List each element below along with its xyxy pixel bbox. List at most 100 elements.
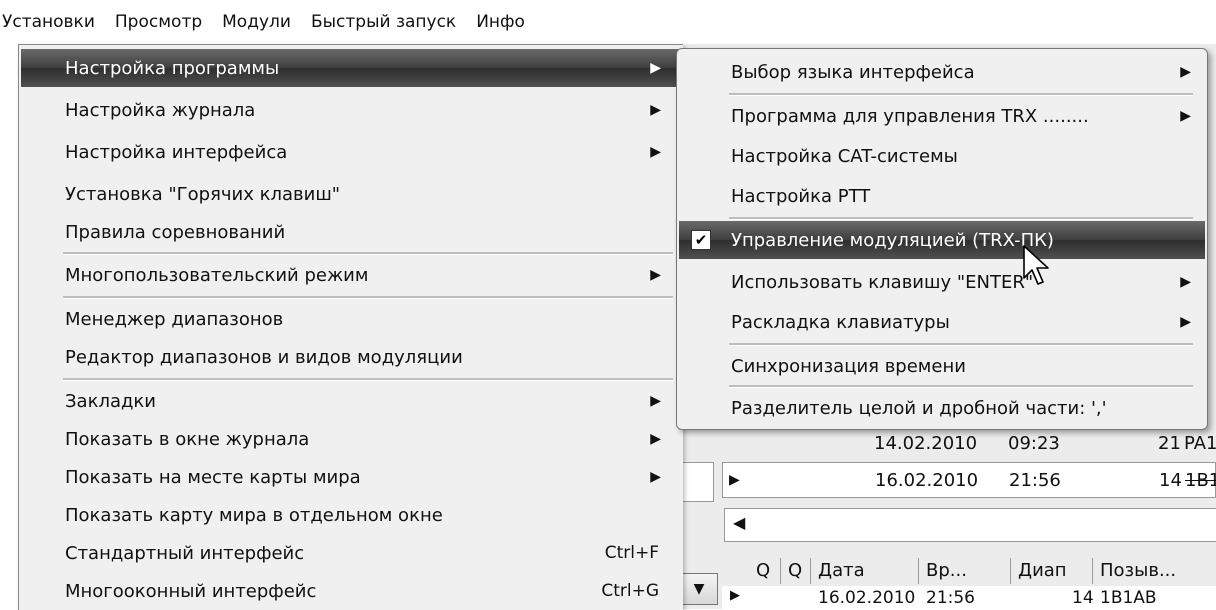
settings-dropdown: Настройка программы ▶ Настройка журнала …: [18, 44, 683, 610]
menu-item-multiwindow-interface[interactable]: Многооконный интерфейс Ctrl+G: [21, 572, 681, 610]
program-settings-submenu: Выбор языка интерфейса ▶ Программа для у…: [676, 48, 1208, 430]
menu-settings[interactable]: Установки: [0, 0, 105, 44]
menu-item-program-settings[interactable]: Настройка программы ▶: [21, 49, 681, 87]
log-row-selected[interactable]: ▶ 16.02.2010 21:56 14 1B1: [722, 462, 1216, 498]
menu-item-interface-settings[interactable]: Настройка интерфейса ▶: [21, 133, 681, 171]
menu-item-label: Настройка интерфейса: [65, 141, 288, 163]
menu-separator: [63, 378, 673, 381]
submenu-arrow-icon: ▶: [650, 102, 661, 118]
submenu-arrow-icon: ▶: [650, 60, 661, 76]
submenu-item-label: Раскладка клавиатуры: [731, 311, 950, 333]
combo-down-icon[interactable]: ▼: [680, 573, 718, 605]
side-field[interactable]: [678, 462, 714, 502]
menu-item-label: Настройка журнала: [65, 99, 256, 121]
menu-separator: [729, 217, 1193, 220]
menu-item-label: Показать карту мира в отдельном окне: [65, 504, 443, 526]
menu-item-band-editor[interactable]: Редактор диапазонов и видов модуляции: [21, 338, 681, 376]
col-band[interactable]: Диап: [1018, 560, 1067, 581]
submenu-item-decimal-separator[interactable]: Разделитель целой и дробной части: ',': [679, 389, 1205, 427]
submenu-item-label: Программа для управления TRX ........: [731, 105, 1089, 127]
menu-item-label: Стандартный интерфейс: [65, 542, 305, 564]
menu-quick-launch[interactable]: Быстрый запуск: [301, 0, 466, 44]
submenu-item-ptt-settings[interactable]: Настройка PTT: [679, 177, 1205, 215]
submenu-arrow-icon: ▶: [650, 431, 661, 447]
col-divider: [780, 558, 781, 584]
submenu-arrow-icon: ▶: [650, 393, 661, 409]
log-band: 14: [1072, 588, 1094, 608]
log-band: 14: [1159, 469, 1182, 491]
menu-separator: [729, 93, 1193, 96]
log-row[interactable]: 14.02.2010 09:23 21 PA1: [722, 426, 1216, 460]
submenu-arrow-icon: ▶: [1180, 108, 1191, 124]
checkmark-icon: ✔: [691, 230, 711, 250]
mouse-pointer-icon: [1023, 245, 1049, 285]
menu-item-standard-interface[interactable]: Стандартный интерфейс Ctrl+F: [21, 534, 681, 572]
submenu-arrow-icon: ▶: [1180, 64, 1191, 80]
submenu-item-keyboard-layout[interactable]: Раскладка клавиатуры ▶: [679, 303, 1205, 341]
menu-item-label: Закладки: [65, 390, 156, 412]
menu-view[interactable]: Просмотр: [105, 0, 212, 44]
menu-item-show-in-map[interactable]: Показать на месте карты мира ▶: [21, 458, 681, 496]
menu-separator: [63, 296, 673, 299]
submenu-item-modulation-control[interactable]: ✔ Управление модуляцией (TRX-ПК): [679, 221, 1205, 259]
menu-item-contest-rules[interactable]: Правила соревнований: [21, 213, 681, 251]
menu-item-multiuser[interactable]: Многопользовательский режим ▶: [21, 256, 681, 294]
table-row[interactable]: ▶ 16.02.2010 21:56 14 1B1AB: [722, 586, 1216, 609]
submenu-item-trx-program[interactable]: Программа для управления TRX ........ ▶: [679, 97, 1205, 135]
menu-item-label: Настройка программы: [65, 57, 280, 79]
col-divider: [810, 558, 811, 584]
menu-item-hotkeys[interactable]: Установка "Горячих клавиш": [21, 175, 681, 213]
menu-item-show-in-log[interactable]: Показать в окне журнала ▶: [21, 420, 681, 458]
menu-info[interactable]: Инфо: [466, 0, 535, 44]
submenu-arrow-icon: ▶: [650, 144, 661, 160]
menu-item-label: Показать на месте карты мира: [65, 466, 361, 488]
submenu-arrow-icon: ▶: [650, 267, 661, 283]
col-time[interactable]: Вр...: [926, 560, 967, 581]
submenu-arrow-icon: ▶: [650, 469, 661, 485]
menu-item-label: Многооконный интерфейс: [65, 580, 317, 602]
submenu-item-label: Синхронизация времени: [731, 355, 966, 377]
log-time: 09:23: [1008, 432, 1060, 454]
menu-modules[interactable]: Модули: [212, 0, 301, 44]
menu-item-label: Показать в окне журнала: [65, 428, 310, 450]
submenu-item-language[interactable]: Выбор языка интерфейса ▶: [679, 53, 1205, 91]
scroll-left-icon[interactable]: ◀: [733, 513, 745, 532]
menu-item-label: Установка "Горячих клавиш": [65, 183, 341, 205]
menu-item-label: Правила соревнований: [65, 221, 286, 243]
log-call: PA1: [1184, 432, 1216, 454]
table-header: Q Q Дата Вр... Диап Позыв...: [722, 554, 1216, 586]
submenu-item-label: Разделитель целой и дробной части: ',': [731, 397, 1107, 419]
col-divider: [1010, 558, 1011, 584]
horizontal-scrollbar[interactable]: ◀: [724, 508, 1216, 542]
col-date[interactable]: Дата: [818, 560, 865, 581]
log-call: 1B1AB: [1100, 588, 1157, 608]
menu-item-band-manager[interactable]: Менеджер диапазонов: [21, 300, 681, 338]
log-date: 16.02.2010: [875, 469, 979, 491]
menu-item-bookmarks[interactable]: Закладки ▶: [21, 382, 681, 420]
menu-bar: Установки Просмотр Модули Быстрый запуск…: [0, 0, 1216, 44]
col-divider: [918, 558, 919, 584]
submenu-item-label: Настройка CAT-системы: [731, 145, 958, 167]
menu-item-world-map-window[interactable]: Показать карту мира в отдельном окне: [21, 496, 681, 534]
log-band: 21: [1158, 432, 1181, 454]
menu-item-log-settings[interactable]: Настройка журнала ▶: [21, 91, 681, 129]
log-time: 21:56: [926, 588, 975, 608]
log-date: 14.02.2010: [874, 432, 978, 454]
row-pointer-icon: ▶: [730, 588, 740, 603]
submenu-item-enter-key[interactable]: Использовать клавишу "ENTER" ▶: [679, 263, 1205, 301]
menu-separator: [729, 385, 1193, 388]
col-q1[interactable]: Q: [756, 560, 770, 581]
submenu-item-time-sync[interactable]: Синхронизация времени: [679, 347, 1205, 385]
submenu-item-label: Использовать клавишу "ENTER": [731, 271, 1034, 293]
col-divider: [1092, 558, 1093, 584]
submenu-item-label: Управление модуляцией (TRX-ПК): [731, 229, 1054, 251]
log-call: 1B1: [1185, 469, 1216, 491]
submenu-item-cat-settings[interactable]: Настройка CAT-системы: [679, 137, 1205, 175]
col-call[interactable]: Позыв...: [1100, 560, 1176, 581]
col-q2[interactable]: Q: [788, 560, 802, 581]
menu-item-label: Менеджер диапазонов: [65, 308, 284, 330]
menu-item-label: Многопользовательский режим: [65, 264, 369, 286]
shortcut-label: Ctrl+F: [604, 543, 659, 563]
shortcut-label: Ctrl+G: [601, 581, 659, 601]
submenu-arrow-icon: ▶: [1180, 314, 1191, 330]
